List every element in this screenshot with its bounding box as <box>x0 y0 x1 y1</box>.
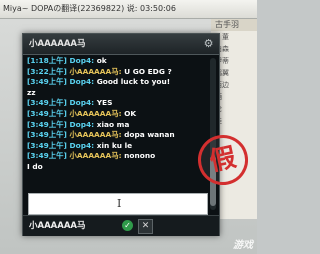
message-sender: 小AAAAAA马: <box>69 66 122 76</box>
message-timestamp: [3:49上午] <box>27 151 67 161</box>
message-input[interactable]: I <box>28 193 208 215</box>
message-text: YES <box>96 98 113 108</box>
watermark: 游戏 <box>233 240 253 251</box>
host-window-titlebar: Miya~ DOPAの翻译(22369822) 说: 03:50:06 <box>0 0 257 19</box>
message-text: U GO EDG ? <box>124 66 172 76</box>
chat-message: zz <box>27 88 213 99</box>
message-text: Good luck to you! <box>96 77 171 87</box>
message-text: xiao ma <box>96 119 130 129</box>
message-sender: 小AAAAAA马: <box>69 108 122 118</box>
chat-message: [3:49上午] 小AAAAAA马: nonono <box>27 151 213 162</box>
chat-header[interactable]: 小AAAAAA马 ⚙ <box>23 34 219 55</box>
background-list-header: 古手羽 <box>211 19 257 31</box>
chat-message: I do <box>27 162 213 173</box>
message-timestamp: [3:49上午] <box>27 119 67 129</box>
message-sender: Dop4: <box>69 98 95 108</box>
chat-message: [3:49上午] Dop4: Good luck to you! <box>27 77 213 88</box>
message-text: I do <box>27 161 43 171</box>
message-timestamp: [3:49上午] <box>27 98 67 108</box>
chat-message: [3:49上午] Dop4: YES <box>27 98 213 109</box>
text-cursor-icon: I <box>117 197 122 210</box>
message-sender: Dop4: <box>69 77 95 87</box>
message-sender: Dop4: <box>69 140 95 150</box>
message-list: [1:18上午] Dop4: ok [3:22上午] 小AAAAAA马: U GO… <box>23 56 213 184</box>
message-timestamp: [3:49上午] <box>27 130 67 140</box>
chat-title: 小AAAAAA马 <box>29 39 86 49</box>
message-text: OK <box>124 108 137 118</box>
chat-message: [3:49上午] Dop4: xin ku le <box>27 141 213 152</box>
chat-message: [3:49上午] 小AAAAAA马: OK <box>27 109 213 120</box>
chat-footer: 小AAAAAA马 ✓ ✕ <box>23 215 219 236</box>
message-text: ok <box>96 56 107 65</box>
message-text: dopa wanan <box>124 130 175 140</box>
message-scrollbar[interactable] <box>210 58 216 210</box>
message-timestamp: [3:22上午] <box>27 66 67 76</box>
message-timestamp: [3:49上午] <box>27 108 67 118</box>
message-sender: Dop4: <box>69 119 95 129</box>
message-timestamp: [3:49上午] <box>27 77 67 87</box>
close-button[interactable]: ✕ <box>138 219 153 234</box>
host-window-title: Miya~ DOPAの翻译(22369822) 说: 03:50:06 <box>3 4 176 13</box>
message-text: zz <box>27 87 36 97</box>
message-timestamp: [1:18上午] <box>27 56 67 65</box>
chat-window: 小AAAAAA马 ⚙ [1:18上午] Dop4: ok [3:22上午] 小AA… <box>22 33 220 236</box>
message-sender: 小AAAAAA马: <box>69 130 122 140</box>
message-timestamp: [3:49上午] <box>27 140 67 150</box>
message-sender: Dop4: <box>69 56 95 65</box>
chat-message: [3:49上午] 小AAAAAA马: dopa wanan <box>27 130 213 141</box>
message-text: xin ku le <box>96 140 133 150</box>
gear-icon[interactable]: ⚙ <box>203 38 214 49</box>
check-circle-icon[interactable]: ✓ <box>122 220 133 231</box>
chat-message: [3:49上午] Dop4: xiao ma <box>27 120 213 131</box>
footer-recipient-name: 小AAAAAA马 <box>29 221 86 231</box>
chat-message: [3:22上午] 小AAAAAA马: U GO EDG ? <box>27 67 213 78</box>
message-sender: 小AAAAAA马: <box>69 151 122 161</box>
message-text: nonono <box>124 151 156 161</box>
chat-message: [1:18上午] Dop4: ok <box>27 56 213 67</box>
